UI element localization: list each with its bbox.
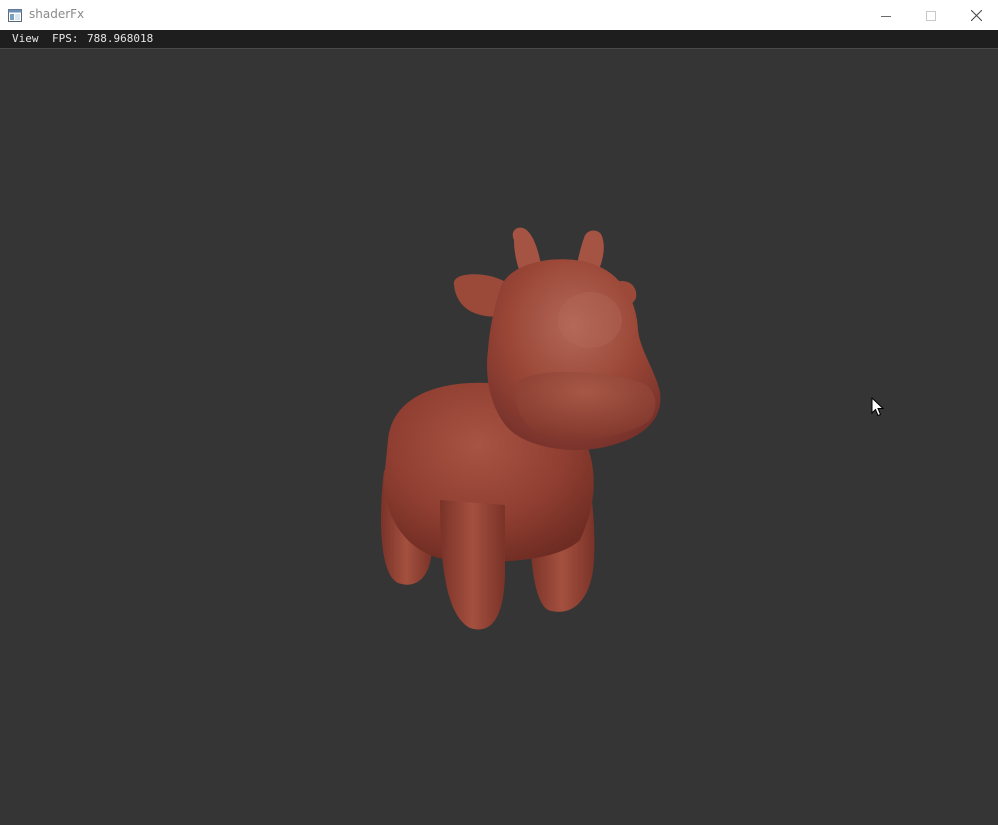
- maximize-icon: [926, 6, 936, 25]
- minimize-icon: [881, 6, 891, 25]
- menu-view[interactable]: View: [12, 32, 39, 45]
- render-viewport[interactable]: [0, 49, 998, 825]
- window-title: shaderFx: [29, 7, 85, 21]
- fps-value: 788.968018: [87, 32, 154, 45]
- maximize-button[interactable]: [908, 0, 954, 30]
- minimize-button[interactable]: [863, 0, 909, 30]
- mouse-cursor-icon: [871, 396, 885, 421]
- title-bar[interactable]: shaderFx: [0, 0, 998, 30]
- menu-bar: View FPS: 788.968018: [0, 30, 998, 49]
- app-window: shaderFx View FPS: 788.968018: [0, 0, 998, 825]
- app-icon: [8, 7, 22, 22]
- close-button[interactable]: [953, 0, 998, 30]
- fps-label: FPS:: [52, 32, 79, 45]
- close-icon: [970, 6, 982, 25]
- cow-model[interactable]: [0, 49, 998, 825]
